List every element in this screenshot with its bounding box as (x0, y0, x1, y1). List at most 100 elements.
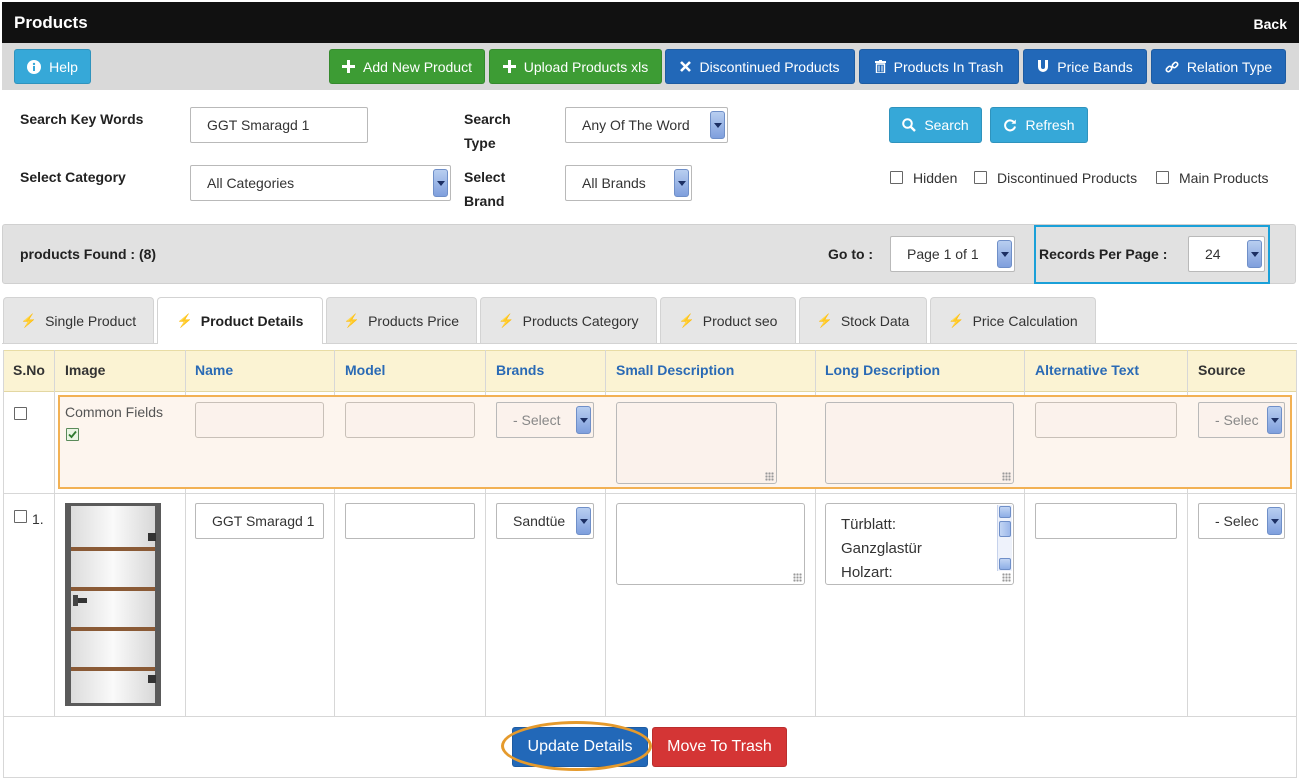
row-name-input[interactable]: GGT Smaragd 1 (195, 503, 324, 539)
bolt-icon: ⚡ (816, 312, 833, 328)
row-source-select[interactable]: - Selec (1198, 503, 1285, 539)
bolt-icon: ⚡ (498, 312, 515, 328)
tab-products-category[interactable]: ⚡ Products Category (480, 297, 657, 343)
common-alternative-text-input[interactable] (1035, 402, 1177, 438)
product-image[interactable] (65, 503, 161, 706)
search-keywords-label: Search Key Words (20, 111, 144, 127)
add-new-product-button[interactable]: Add New Product (329, 49, 485, 84)
resize-grip-icon (793, 573, 802, 582)
upload-products-xls-label: Upload Products xls (523, 58, 649, 75)
refresh-icon (1004, 119, 1017, 132)
add-new-product-label: Add New Product (363, 58, 472, 75)
tab-product-details[interactable]: ⚡ Product Details (157, 297, 323, 344)
row-model-input[interactable] (345, 503, 475, 539)
common-name-input[interactable] (195, 402, 324, 438)
move-to-trash-button[interactable]: Move To Trash (652, 727, 787, 767)
glass-door-image (65, 503, 161, 706)
search-type-label-2: Type (464, 135, 496, 151)
long-description-scrollbar[interactable] (997, 505, 1012, 571)
search-keywords-input[interactable]: GGT Smaragd 1 (190, 107, 368, 143)
resize-grip-icon (1002, 573, 1011, 582)
page-select[interactable]: Page 1 of 1 (890, 236, 1015, 272)
refresh-button[interactable]: Refresh (990, 107, 1088, 143)
tab-label: Single Product (45, 312, 137, 329)
resize-grip-icon (765, 472, 774, 481)
row-source-value: - Selec (1215, 513, 1259, 529)
check-icon (68, 430, 77, 439)
records-per-page-label: Records Per Page : (1039, 246, 1168, 262)
column-header-model[interactable]: Model (345, 362, 385, 378)
chevron-down-icon (433, 169, 448, 197)
tab-stock-data[interactable]: ⚡ Stock Data (799, 297, 927, 343)
brand-select[interactable]: All Brands (565, 165, 692, 201)
column-header-small-description[interactable]: Small Description (616, 362, 734, 378)
relation-type-button[interactable]: Relation Type (1151, 49, 1286, 84)
bolt-icon: ⚡ (343, 312, 361, 328)
row-brand-select[interactable]: Sandtüe (496, 503, 594, 539)
search-type-select[interactable]: Any Of The Word (565, 107, 728, 143)
column-header-long-description[interactable]: Long Description (825, 362, 940, 378)
chevron-down-icon (1267, 406, 1282, 434)
help-button[interactable]: Help (14, 49, 91, 84)
resize-grip-icon (1002, 472, 1011, 481)
column-header-image: Image (65, 362, 106, 378)
records-per-page-value: 24 (1205, 246, 1221, 262)
column-header-alternative-text[interactable]: Alternative Text (1035, 362, 1139, 378)
category-select[interactable]: All Categories (190, 165, 451, 201)
common-row-checkbox[interactable] (14, 407, 27, 420)
row-alternative-text-input[interactable] (1035, 503, 1177, 539)
chevron-down-icon (997, 240, 1012, 268)
search-button[interactable]: Search (889, 107, 982, 143)
chevron-down-icon (674, 169, 689, 197)
select-category-label: Select Category (20, 169, 126, 185)
tab-price-calculation[interactable]: ⚡ Price Calculation (930, 297, 1096, 343)
discontinued-checkbox[interactable] (974, 171, 987, 184)
column-header-name[interactable]: Name (195, 362, 233, 378)
common-small-description-textarea[interactable] (616, 402, 777, 484)
bolt-icon: ⚡ (176, 313, 193, 328)
plus-icon (342, 60, 356, 73)
chevron-down-icon (710, 111, 725, 139)
chevron-down-icon (576, 406, 591, 434)
row-checkbox[interactable] (14, 510, 27, 523)
records-per-page-select[interactable]: 24 (1188, 236, 1265, 272)
plus-icon (502, 60, 516, 73)
back-link[interactable]: Back (1254, 16, 1287, 32)
long-description-line: Türblatt: (841, 516, 897, 533)
scroll-up-icon[interactable] (999, 506, 1011, 518)
hidden-checkbox[interactable] (890, 171, 903, 184)
row-serial-number: 1. (32, 511, 44, 527)
tab-product-seo[interactable]: ⚡ Product seo (660, 297, 796, 343)
common-fields-checkbox[interactable] (66, 428, 79, 441)
common-source-select[interactable]: - Selec (1198, 402, 1285, 438)
tab-label: Product seo (702, 312, 778, 329)
common-brands-select[interactable]: - Select (496, 402, 594, 438)
tab-single-product[interactable]: ⚡ Single Product (3, 297, 154, 343)
goto-label: Go to : (828, 246, 874, 262)
tab-products-price[interactable]: ⚡ Products Price (326, 297, 477, 343)
products-in-trash-button[interactable]: Products In Trash (859, 49, 1019, 84)
scroll-thumb[interactable] (999, 521, 1011, 537)
refresh-button-label: Refresh (1025, 117, 1075, 133)
grid-line (3, 716, 4, 778)
discontinued-products-label: Discontinued Products (699, 58, 840, 75)
common-long-description-textarea[interactable] (825, 402, 1014, 484)
common-model-input[interactable] (345, 402, 475, 438)
tab-label: Products Price (368, 312, 460, 329)
discontinued-products-button[interactable]: Discontinued Products (665, 49, 855, 84)
close-icon (680, 61, 692, 72)
column-header-source: Source (1198, 362, 1246, 378)
info-icon (27, 59, 42, 74)
scroll-down-icon[interactable] (999, 558, 1011, 570)
row-long-description-textarea[interactable]: Türblatt: Ganzglastür Holzart: (825, 503, 1014, 585)
column-header-sno: S.No (13, 362, 45, 378)
column-header-brands[interactable]: Brands (496, 362, 544, 378)
price-bands-button[interactable]: Price Bands (1023, 49, 1147, 84)
upload-products-xls-button[interactable]: Upload Products xls (489, 49, 662, 84)
row-brand-value: Sandtüe (513, 513, 566, 529)
bolt-icon: ⚡ (948, 312, 965, 328)
discontinued-checkbox-label: Discontinued Products (997, 170, 1138, 186)
main-products-checkbox[interactable] (1156, 171, 1169, 184)
page-value: Page 1 of 1 (907, 246, 979, 262)
row-small-description-textarea[interactable] (616, 503, 805, 585)
